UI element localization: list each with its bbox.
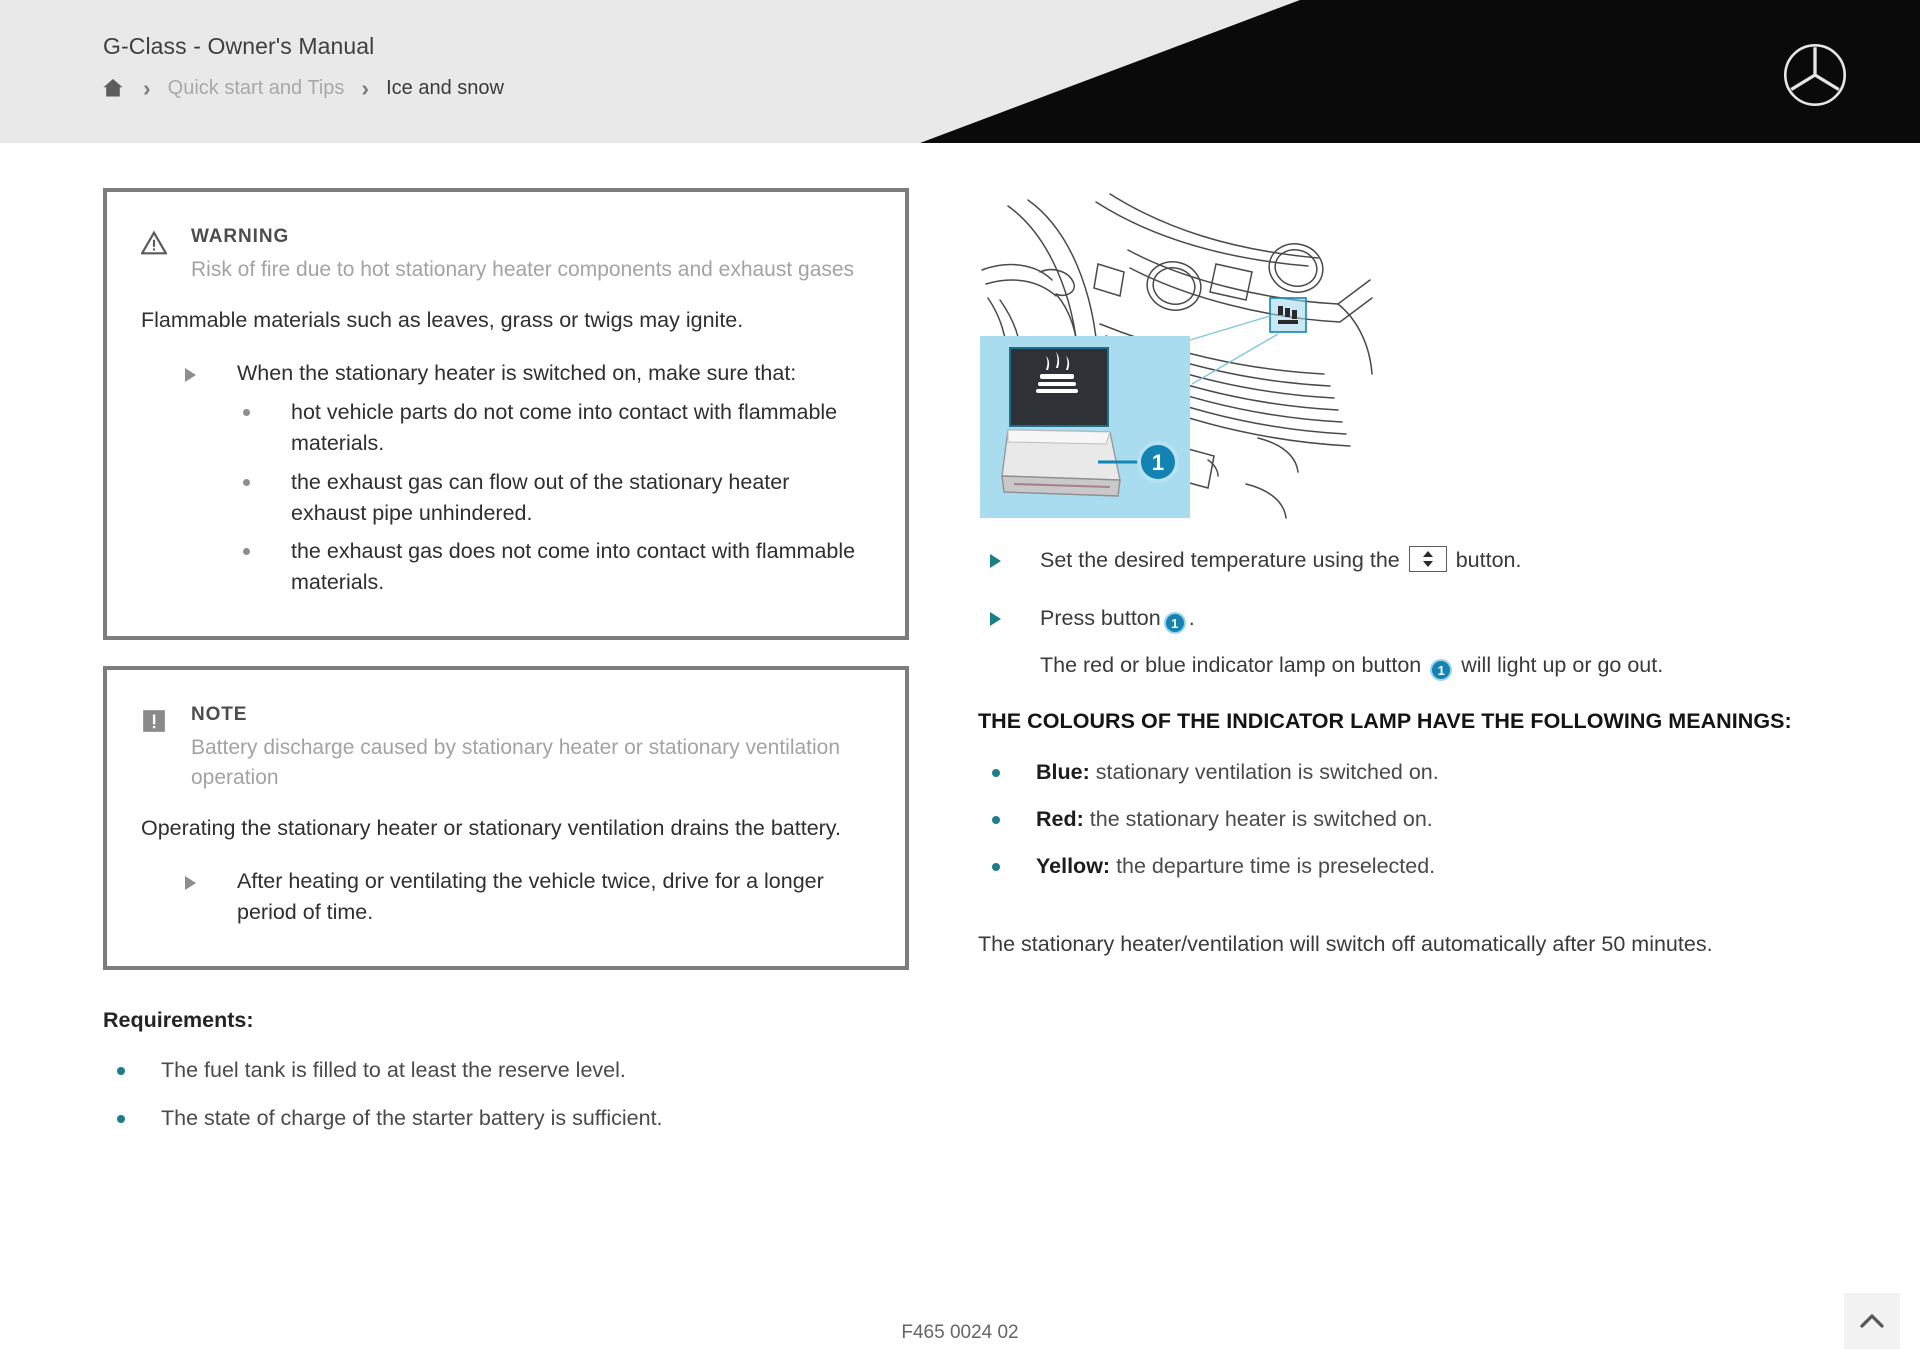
list-item: Red: the stationary heater is switched o… (978, 804, 1808, 835)
colour-label-yellow: Yellow: (1036, 854, 1111, 879)
note-exclamation-icon (141, 704, 169, 739)
step2-note-before: The red or blue indicator lamp on button (1040, 652, 1422, 677)
colour-text-yellow: the departure time is preselected. (1116, 854, 1436, 879)
breadcrumb-separator-1: › (143, 74, 151, 101)
list-item: the exhaust gas does not come into conta… (237, 536, 867, 598)
list-item: The state of charge of the starter batte… (103, 1103, 909, 1134)
colour-text-red: the stationary heater is switched on. (1089, 807, 1433, 832)
list-item: Blue: stationary ventilation is switched… (978, 757, 1808, 788)
left-column: WARNING Risk of fire due to hot stationa… (103, 188, 909, 1150)
breadcrumb-separator-2: › (361, 74, 370, 101)
operation-steps-list: Set the desired temperature using the bu… (978, 544, 1808, 681)
colours-meaning-list: Blue: stationary ventilation is switched… (978, 757, 1808, 883)
list-item: the exhaust gas can flow out of the stat… (237, 467, 867, 529)
mercedes-star-logo (1783, 43, 1847, 107)
warning-body-text: Flammable materials such as leaves, gras… (141, 307, 744, 332)
step1-text-after: button. (1455, 548, 1522, 572)
step2-note-after: will light up or go out. (1461, 652, 1664, 677)
callout-badge-1-inline: 1 (1430, 658, 1453, 681)
callout-badge-1: 1 (1163, 612, 1186, 635)
list-item: Yellow: the departure time is preselecte… (978, 851, 1808, 882)
colour-text-blue: stationary ventilation is switched on. (1095, 760, 1439, 785)
page-content: WARNING Risk of fire due to hot stationa… (0, 143, 1920, 1358)
dashboard-illustration: 1 (978, 188, 1390, 520)
warning-triangle-icon (140, 226, 169, 261)
up-down-arrows-button-icon (1408, 546, 1447, 572)
step1-text-before: Set the desired temperature using the (1040, 548, 1400, 572)
document-title: G-Class - Owner's Manual (103, 33, 375, 59)
step-set-temperature: Set the desired temperature using the bu… (978, 544, 1808, 576)
page-header: G-Class - Owner's Manual › Quick start a… (0, 0, 1920, 143)
warning-title: WARNING (191, 226, 290, 247)
colours-section-heading: THE COLOURS OF THE INDICATOR LAMP HAVE T… (978, 708, 1792, 733)
page-footer-code: F465 0024 02 (901, 1322, 1019, 1343)
colour-label-blue: Blue: (1036, 760, 1090, 785)
note-title: NOTE (191, 704, 248, 726)
step2-text-before: Press button (1040, 606, 1161, 631)
breadcrumb: › Quick start and Tips › Ice and snow (100, 76, 504, 100)
home-icon[interactable] (100, 76, 126, 100)
step-press-button: Press button 1. The red or blue indicator… (978, 602, 1808, 681)
requirements-heading: Requirements: (103, 1008, 254, 1033)
closing-paragraph: The stationary heater/ventilation will s… (978, 931, 1713, 956)
note-callout-box: NOTE Battery discharge caused by station… (103, 666, 909, 971)
breadcrumb-item-ice-and-snow: Ice and snow (386, 77, 504, 99)
warning-callout-box: WARNING Risk of fire due to hot stationa… (103, 188, 909, 641)
right-column: 1 Set the desired temperature using the … (978, 188, 1808, 960)
breadcrumb-item-quick-start[interactable]: Quick start and Tips (168, 78, 345, 98)
warning-instruction-list: When the stationary heater is switched o… (141, 358, 867, 598)
list-item: When the stationary heater is switched o… (141, 358, 867, 598)
warning-sub-list: hot vehicle parts do not come into conta… (237, 397, 867, 598)
brand-banner (920, 0, 1920, 143)
colour-label-red: Red: (1036, 807, 1084, 832)
note-instruction-list: After heating or ventilating the vehicle… (141, 866, 867, 928)
warning-subtitle: Risk of fire due to hot stationary heate… (191, 258, 855, 281)
note-subtitle: Battery discharge caused by stationary h… (191, 736, 841, 789)
list-item: hot vehicle parts do not come into conta… (237, 397, 867, 459)
note-body-text: Operating the stationary heater or stati… (141, 815, 841, 840)
list-item: After heating or ventilating the vehicle… (141, 866, 867, 928)
warning-item-text: When the stationary heater is switched o… (237, 360, 797, 385)
list-item: The fuel tank is filled to at least the … (103, 1055, 909, 1086)
requirements-list: The fuel tank is filled to at least the … (103, 1055, 909, 1133)
figure-callout-number: 1 (1152, 450, 1164, 475)
step2-indicator-note: The red or blue indicator lamp on button… (1040, 649, 1808, 681)
step2-text-after: . (1188, 606, 1195, 631)
